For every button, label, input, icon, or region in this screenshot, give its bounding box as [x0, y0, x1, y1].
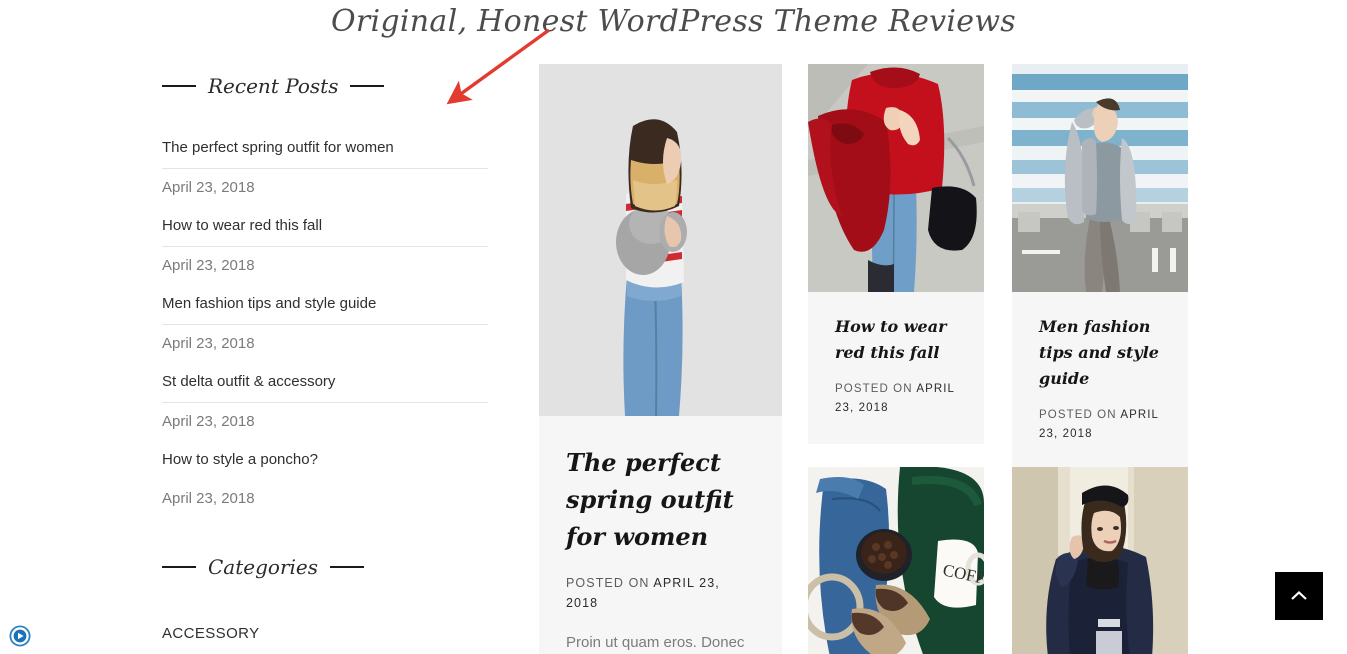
rule-left [162, 566, 196, 568]
widget-title-recent-posts: Recent Posts [162, 64, 504, 108]
post-thumbnail[interactable] [1012, 467, 1188, 654]
thumbnail-art-woman-striped-top [539, 64, 782, 416]
post-card-navy-poncho[interactable] [1012, 467, 1188, 654]
post-card-red-fall[interactable]: How to wear red this fall POSTED ON APRI… [808, 64, 984, 444]
post-card-body: Men fashion tips and style guide POSTED … [1012, 292, 1188, 470]
post-thumbnail[interactable] [1012, 64, 1188, 292]
list-item[interactable]: ACCESSORY [162, 611, 502, 654]
recent-post-title[interactable]: Men fashion tips and style guide [162, 286, 488, 324]
post-meta-prefix: POSTED ON [566, 576, 650, 590]
list-item[interactable]: Men fashion tips and style guide April 2… [162, 286, 488, 364]
post-card-coffee-flatlay[interactable]: COFFEE [808, 467, 984, 654]
categories-list: ACCESSORY BEACH [162, 611, 502, 654]
play-circle-icon[interactable] [9, 625, 31, 647]
list-item[interactable]: How to wear red this fall April 23, 2018 [162, 208, 488, 286]
post-meta-prefix: POSTED ON [1039, 409, 1117, 421]
post-title[interactable]: Men fashion tips and style guide [1039, 314, 1161, 392]
recent-post-date: April 23, 2018 [162, 246, 488, 286]
post-title[interactable]: How to wear red this fall [835, 314, 957, 366]
post-meta: POSTED ON APRIL 23, 2018 [1039, 406, 1161, 444]
thumbnail-art-flatlay-coffee: COFFEE [808, 467, 984, 654]
post-card-body: The perfect spring outfit for women POST… [539, 416, 782, 654]
recent-post-date: April 23, 2018 [162, 490, 255, 507]
post-thumbnail[interactable]: COFFEE [808, 467, 984, 654]
thumbnail-art-red-sweater [808, 64, 984, 292]
post-meta: POSTED ON APRIL 23, 2018 [835, 380, 957, 418]
thumbnail-art-man-grey-jacket [1012, 64, 1188, 292]
post-title[interactable]: The perfect spring outfit for women [566, 444, 755, 555]
recent-post-title[interactable]: The perfect spring outfit for women [162, 130, 488, 168]
post-card-body: How to wear red this fall POSTED ON APRI… [808, 292, 984, 444]
thumbnail-art-woman-navy-poncho [1012, 467, 1188, 654]
chevron-up-icon [1291, 590, 1307, 600]
widget-title-label: Recent Posts [208, 74, 339, 98]
list-item[interactable]: St delta outfit & accessory April 23, 20… [162, 364, 488, 442]
back-to-top-button[interactable] [1275, 572, 1323, 620]
post-excerpt: Proin ut quam eros. Donec sed lobortis d… [566, 634, 745, 651]
post-meta: POSTED ON APRIL 23, 2018 [566, 573, 755, 613]
rule-right [330, 566, 364, 568]
widget-title-label: Categories [208, 555, 318, 579]
post-card-men-fashion[interactable]: Men fashion tips and style guide POSTED … [1012, 64, 1188, 470]
list-item[interactable]: How to style a poncho? April 23, 2018 [162, 442, 488, 519]
category-link-accessory[interactable]: ACCESSORY [162, 611, 502, 654]
recent-post-title[interactable]: How to wear red this fall [162, 208, 488, 246]
post-meta-prefix: POSTED ON [835, 383, 913, 395]
post-card-featured[interactable]: The perfect spring outfit for women POST… [539, 64, 782, 654]
recent-post-date: April 23, 2018 [162, 402, 488, 442]
rule-left [162, 85, 196, 87]
post-thumbnail[interactable] [539, 64, 782, 416]
recent-posts-list: The perfect spring outfit for women Apri… [162, 130, 488, 519]
page-root: Original, Honest WordPress Theme Reviews… [0, 0, 1347, 654]
rule-right [350, 85, 385, 87]
site-title: Original, Honest WordPress Theme Reviews [330, 4, 1017, 39]
list-item[interactable]: The perfect spring outfit for women Apri… [162, 130, 488, 208]
recent-post-date: April 23, 2018 [162, 168, 488, 208]
post-thumbnail[interactable] [808, 64, 984, 292]
recent-post-title[interactable]: St delta outfit & accessory [162, 364, 488, 402]
widget-title-categories: Categories [162, 545, 504, 589]
recent-post-title[interactable]: How to style a poncho? [162, 442, 488, 480]
recent-post-date: April 23, 2018 [162, 324, 488, 364]
sidebar: Recent Posts The perfect spring outfit f… [162, 64, 504, 654]
